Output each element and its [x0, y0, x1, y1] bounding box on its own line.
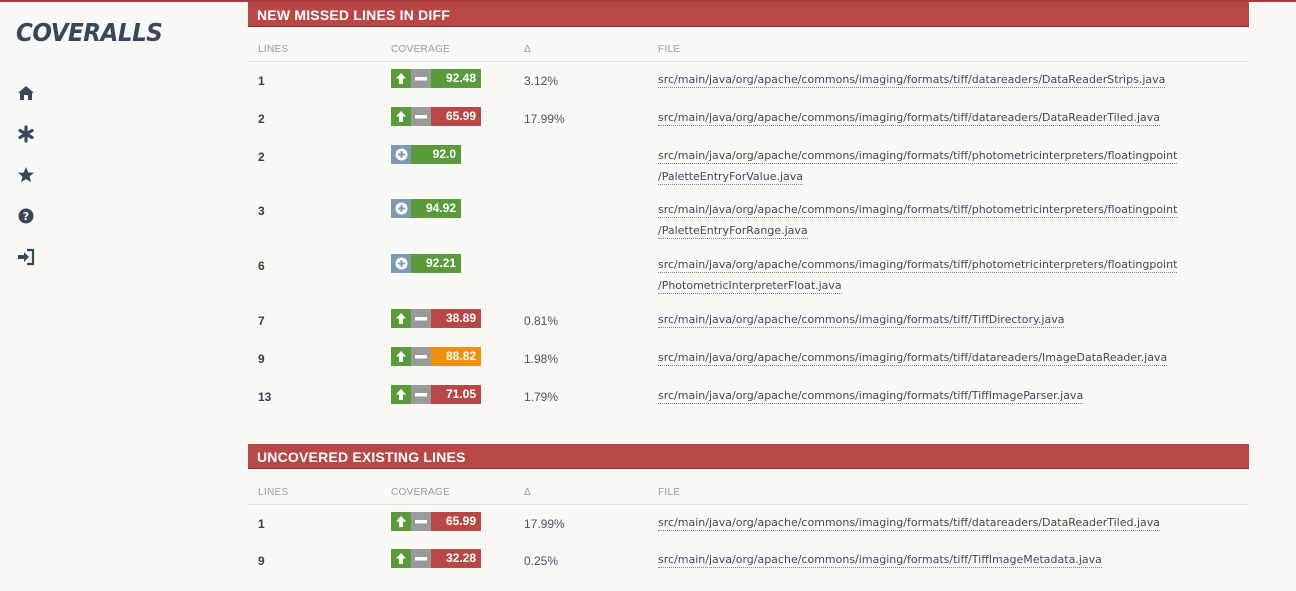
- col-file-header[interactable]: FILE: [658, 487, 680, 498]
- lines-count: 3: [258, 204, 265, 218]
- coverage-delta: 17.99%: [524, 112, 565, 126]
- coverage-badge: 92.0: [391, 145, 461, 164]
- minus-icon: [411, 549, 431, 568]
- section-header-missed: NEW MISSED LINES IN DIFF: [248, 2, 1249, 27]
- file-link[interactable]: src/main/java/org/apache/commons/imaging…: [658, 149, 1178, 185]
- lines-count: 13: [258, 390, 272, 404]
- col-coverage-header[interactable]: COVERAGE: [391, 487, 450, 498]
- file-cell: src/main/java/org/apache/commons/imaging…: [658, 107, 1198, 128]
- coverage-value: 88.82: [431, 347, 481, 366]
- file-link[interactable]: src/main/java/org/apache/commons/imaging…: [658, 553, 1102, 568]
- minus-icon: [411, 385, 431, 404]
- coverage-value: 65.99: [431, 107, 481, 126]
- coverage-badge: 88.82: [391, 347, 481, 366]
- file-cell: src/main/java/org/apache/commons/imaging…: [658, 254, 1198, 296]
- file-cell: src/main/java/org/apache/commons/imaging…: [658, 145, 1198, 187]
- coverage-value: 94.92: [411, 199, 461, 218]
- coverage-value: 92.0: [411, 145, 461, 164]
- svg-text:?: ?: [23, 210, 29, 223]
- coverage-badge: 32.28: [391, 549, 481, 568]
- lines-count: 1: [258, 74, 265, 88]
- coverage-badge: 92.48: [391, 69, 481, 88]
- file-link[interactable]: src/main/java/org/apache/commons/imaging…: [658, 111, 1161, 126]
- sidebar: COVERALLS ?: [0, 0, 200, 591]
- coverage-delta: 1.79%: [524, 390, 559, 404]
- coverage-badge: 65.99: [391, 107, 481, 126]
- col-file-header[interactable]: FILE: [658, 44, 680, 55]
- minus-icon: [411, 69, 431, 88]
- arrow-up-icon: [391, 385, 411, 404]
- file-link[interactable]: src/main/java/org/apache/commons/imaging…: [658, 351, 1168, 366]
- minus-icon: [411, 309, 431, 328]
- arrow-up-icon: [391, 107, 411, 126]
- header-divider: [248, 504, 1249, 505]
- sign-in-icon[interactable]: [17, 248, 35, 266]
- lines-count: 7: [258, 314, 265, 328]
- lines-count: 2: [258, 112, 265, 126]
- asterisk-icon[interactable]: [17, 125, 35, 143]
- file-link[interactable]: src/main/java/org/apache/commons/imaging…: [658, 516, 1161, 531]
- minus-icon: [411, 107, 431, 126]
- lines-count: 9: [258, 352, 265, 366]
- file-link[interactable]: src/main/java/org/apache/commons/imaging…: [658, 203, 1178, 239]
- file-cell: src/main/java/org/apache/commons/imaging…: [658, 347, 1198, 368]
- file-link[interactable]: src/main/java/org/apache/commons/imaging…: [658, 313, 1065, 328]
- arrow-up-icon: [391, 347, 411, 366]
- lines-count: 1: [258, 517, 265, 531]
- header-divider: [248, 61, 1249, 62]
- lines-count: 9: [258, 554, 265, 568]
- col-lines-header[interactable]: LINES: [258, 487, 288, 498]
- file-cell: src/main/java/org/apache/commons/imaging…: [658, 199, 1198, 241]
- plus-circle-icon: [391, 145, 411, 164]
- arrow-up-icon: [391, 549, 411, 568]
- col-coverage-header[interactable]: COVERAGE: [391, 44, 450, 55]
- coverage-delta: 1.98%: [524, 352, 559, 366]
- coverage-delta: 0.81%: [524, 314, 559, 328]
- arrow-up-icon: [391, 512, 411, 531]
- file-cell: src/main/java/org/apache/commons/imaging…: [658, 309, 1198, 330]
- arrow-up-icon: [391, 309, 411, 328]
- col-lines-header[interactable]: LINES: [258, 44, 288, 55]
- question-icon[interactable]: ?: [17, 207, 35, 225]
- coverage-badge: 94.92: [391, 199, 461, 218]
- lines-count: 2: [258, 150, 265, 164]
- coverage-badge: 38.89: [391, 309, 481, 328]
- col-delta-header[interactable]: Δ: [524, 487, 531, 498]
- coveralls-logo[interactable]: COVERALLS: [16, 18, 163, 47]
- star-icon[interactable]: [17, 166, 35, 184]
- coverage-value: 92.48: [431, 69, 481, 88]
- coverage-badge: 92.21: [391, 254, 461, 273]
- coverage-delta: 0.25%: [524, 554, 559, 568]
- file-cell: src/main/java/org/apache/commons/imaging…: [658, 69, 1198, 90]
- file-cell: src/main/java/org/apache/commons/imaging…: [658, 512, 1198, 533]
- coverage-badge: 71.05: [391, 385, 481, 404]
- coverage-delta: 3.12%: [524, 74, 559, 88]
- arrow-up-icon: [391, 69, 411, 88]
- minus-icon: [411, 347, 431, 366]
- lines-count: 6: [258, 259, 265, 273]
- col-delta-header[interactable]: Δ: [524, 44, 531, 55]
- coverage-badge: 65.99: [391, 512, 481, 531]
- file-link[interactable]: src/main/java/org/apache/commons/imaging…: [658, 389, 1084, 404]
- coverage-value: 32.28: [431, 549, 481, 568]
- home-icon[interactable]: [17, 84, 35, 102]
- file-link[interactable]: src/main/java/org/apache/commons/imaging…: [658, 258, 1178, 294]
- minus-icon: [411, 512, 431, 531]
- plus-circle-icon: [391, 254, 411, 273]
- file-link[interactable]: src/main/java/org/apache/commons/imaging…: [658, 73, 1166, 88]
- plus-circle-icon: [391, 199, 411, 218]
- coverage-value: 92.21: [411, 254, 461, 273]
- section-header-uncovered: UNCOVERED EXISTING LINES: [248, 444, 1249, 469]
- coverage-delta: 17.99%: [524, 517, 565, 531]
- coverage-value: 71.05: [431, 385, 481, 404]
- file-cell: src/main/java/org/apache/commons/imaging…: [658, 385, 1198, 406]
- coverage-value: 38.89: [431, 309, 481, 328]
- file-cell: src/main/java/org/apache/commons/imaging…: [658, 549, 1198, 570]
- coverage-value: 65.99: [431, 512, 481, 531]
